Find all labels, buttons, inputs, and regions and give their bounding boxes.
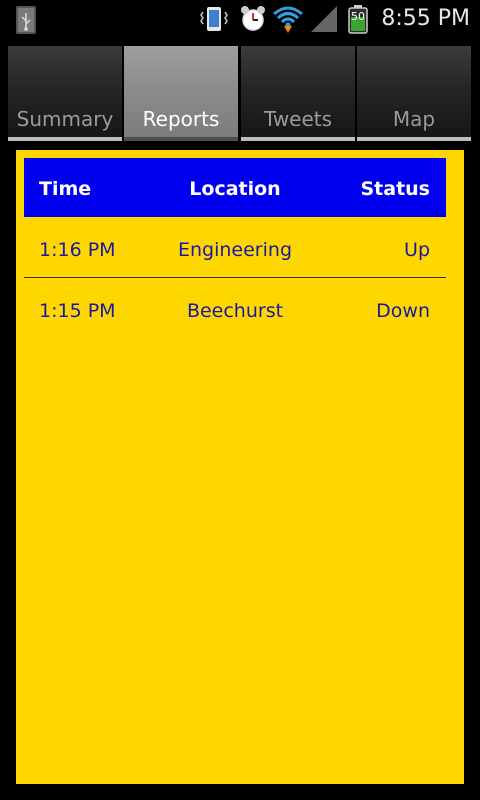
tab-label: Reports (142, 107, 220, 131)
row-status: Down (376, 300, 430, 322)
tab-label: Map (392, 107, 436, 131)
wifi-icon (272, 4, 304, 38)
tab-summary[interactable]: Summary (8, 46, 122, 141)
header-status: Status (360, 178, 430, 200)
row-location: Engineering (178, 239, 292, 261)
vibrate-icon (199, 4, 229, 38)
status-clock: 8:55 PM (381, 6, 470, 31)
signal-icon (309, 4, 339, 38)
row-status: Up (404, 239, 430, 261)
tab-reports[interactable]: Reports (124, 46, 238, 141)
battery-level: 50 (351, 10, 365, 23)
reports-panel: Time Location Status 1:16 PM Engineering… (16, 150, 464, 784)
table-header: Time Location Status (24, 158, 446, 217)
table-row[interactable]: 1:16 PM Engineering Up (24, 218, 446, 278)
tab-map[interactable]: Map (357, 46, 471, 141)
table-row[interactable]: 1:15 PM Beechurst Down (24, 279, 446, 339)
tab-bar: Summary Reports Tweets Map (8, 46, 472, 141)
status-bar: 50 8:55 PM (0, 0, 480, 38)
tab-label: Summary (16, 107, 114, 131)
usb-icon (14, 5, 38, 39)
alarm-icon (238, 4, 268, 38)
tab-tweets[interactable]: Tweets (241, 46, 355, 141)
tab-label: Tweets (263, 107, 333, 131)
